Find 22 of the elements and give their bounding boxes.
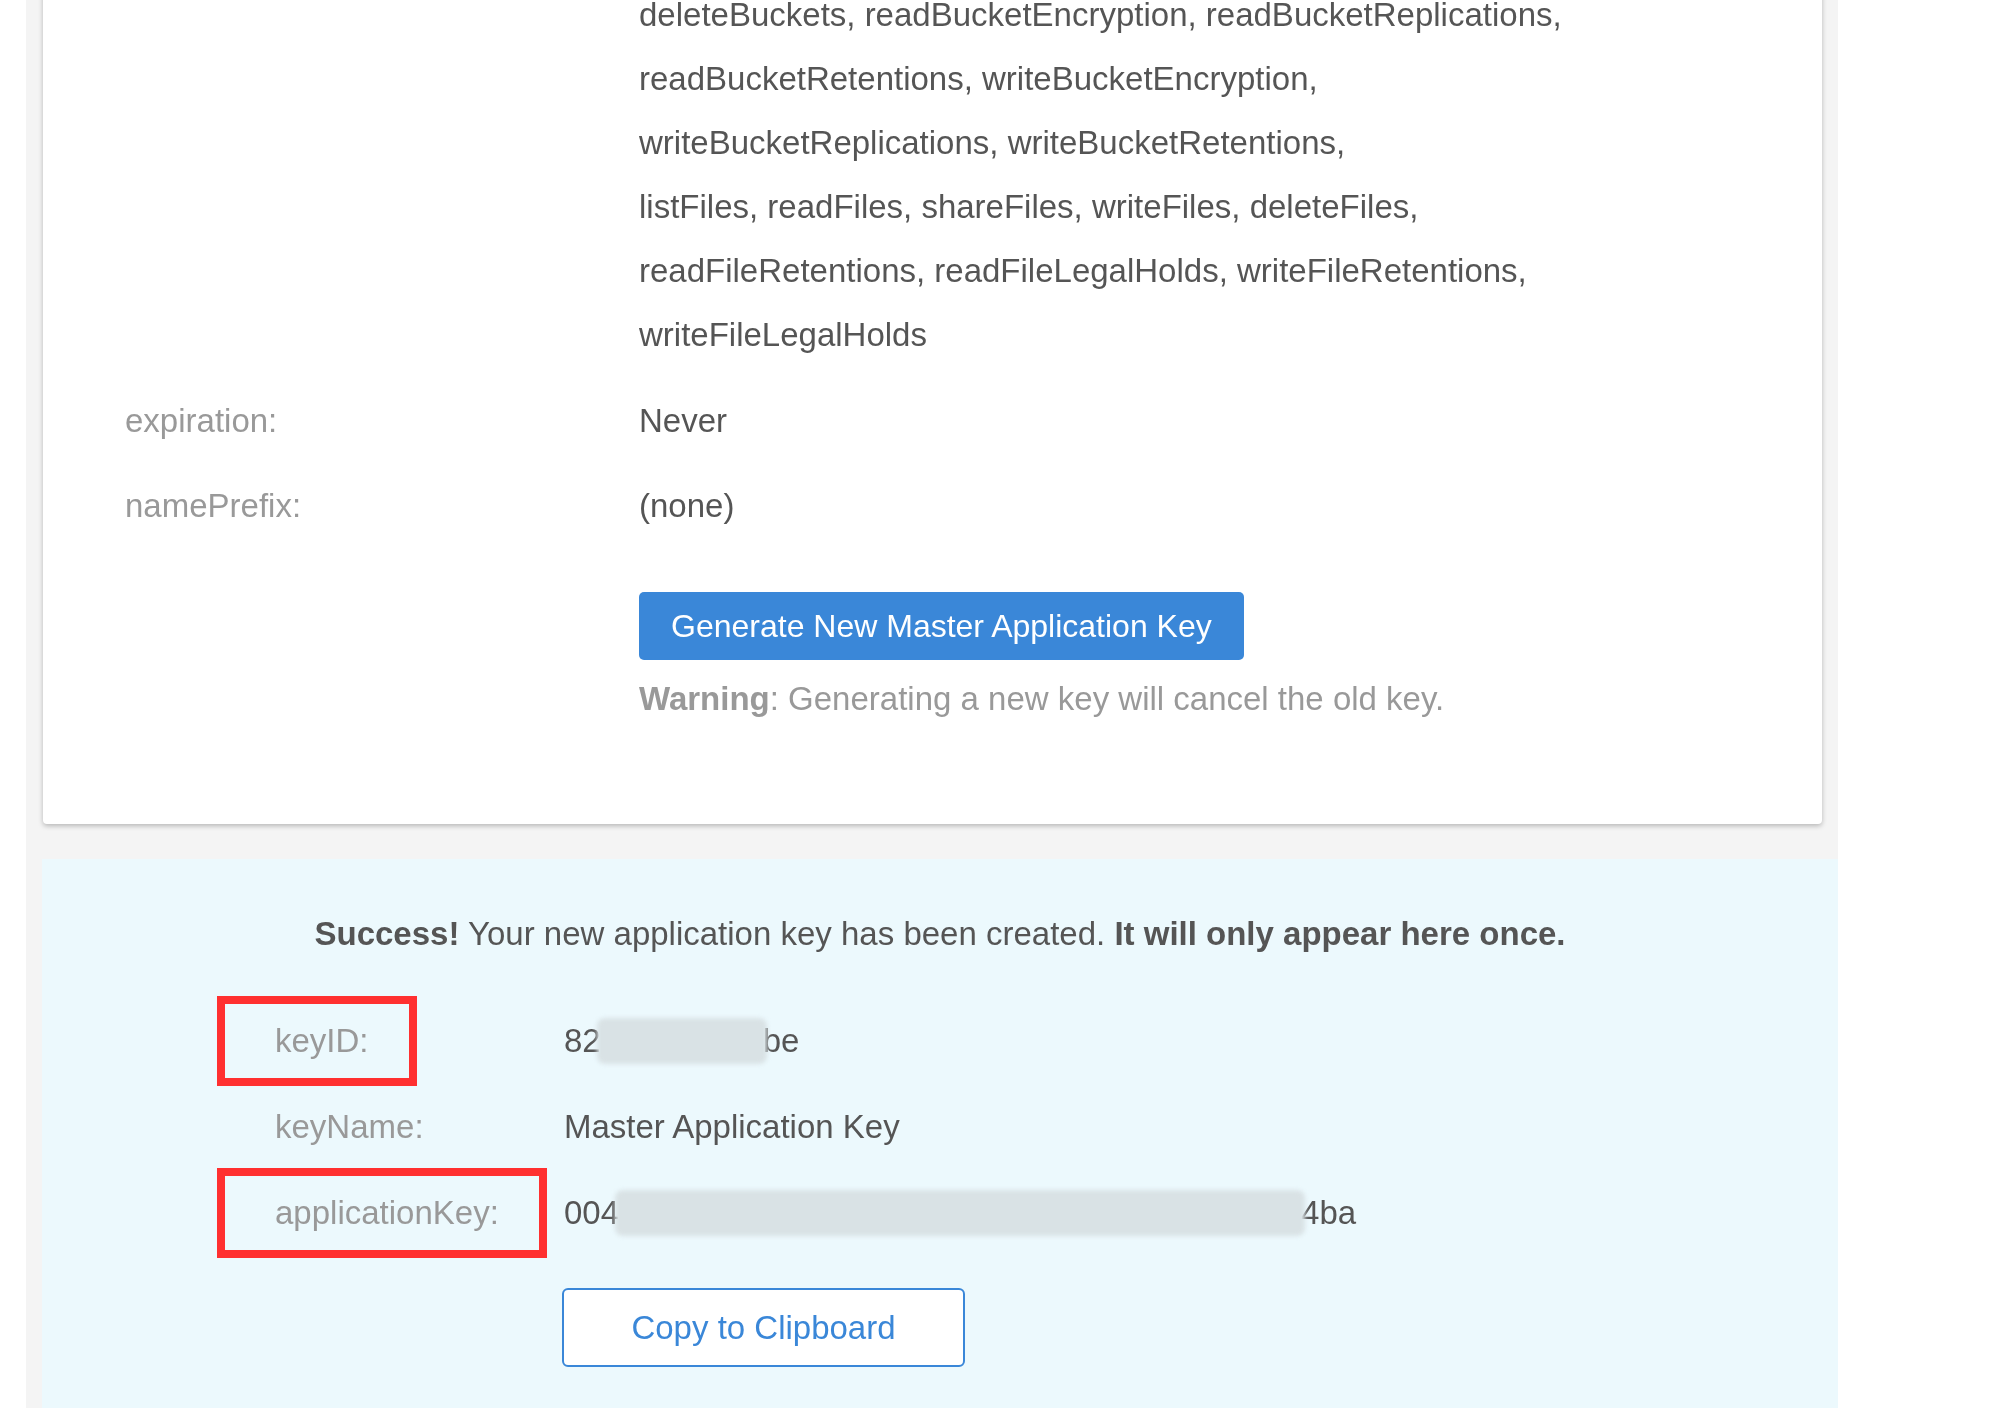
- capability-list-line: listFiles, readFiles, shareFiles, writeFiles, deleteFiles,: [639, 187, 1420, 227]
- key-value-end: be: [762, 1021, 800, 1062]
- capability-list-line: writeBucketReplications, writeBucketRetentions,: [639, 123, 1347, 163]
- success-message: Success! Your new application key has been created. It will only appear here once.: [313, 913, 1567, 954]
- highlighted-field-label: applicationKey:: [217, 1168, 547, 1258]
- capability-list-line: readBucketRetentions, writeBucketEncryption,: [639, 59, 1319, 99]
- generate-key-button[interactable]: Generate New Master Application Key: [639, 592, 1244, 660]
- warning-text: Warning: Generating a new key will cancel the old key.: [639, 679, 1446, 719]
- highlighted-field-label: keyID:: [217, 996, 417, 1086]
- capability-list-line: writeFileLegalHolds: [639, 315, 928, 355]
- capability-list-line: readFileRetentions, readFileLegalHolds, writeFileRetentions,: [639, 251, 1528, 291]
- key-value: Master Application Key: [564, 1107, 900, 1148]
- field-label: namePrefix:: [125, 485, 303, 526]
- copy-button[interactable]: Copy to Clipboard: [562, 1288, 965, 1367]
- capability-list-line: deleteBuckets, readBucketEncryption, readBucketReplications,: [639, 0, 1562, 35]
- field-value: (none): [639, 485, 735, 526]
- key-value-start: 82: [564, 1021, 601, 1062]
- field-label: expiration:: [125, 400, 279, 441]
- key-value-start: 004: [564, 1193, 620, 1234]
- key-value-end: 4ba: [1301, 1193, 1357, 1234]
- field-label: keyName:: [274, 1107, 425, 1148]
- field-value: Never: [639, 400, 728, 441]
